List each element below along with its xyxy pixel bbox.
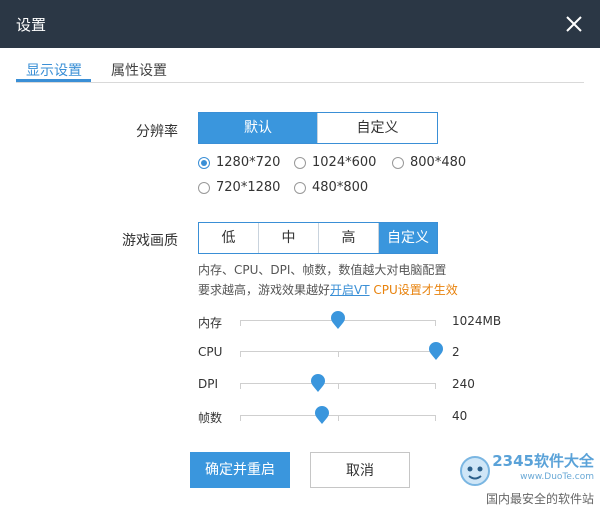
slider-label-cpu: CPU — [198, 345, 223, 359]
title-bar: 设置 — [0, 0, 600, 48]
resolution-label: 分辨率 — [136, 124, 178, 140]
quality-high-button[interactable]: 高 — [319, 223, 379, 253]
quality-level-group: 低 中 高 自定义 — [198, 222, 438, 254]
quality-low-button[interactable]: 低 — [199, 223, 259, 253]
slider-tick — [240, 416, 241, 421]
slider-tick — [338, 352, 339, 357]
radio-1280x720[interactable]: 1280*720 — [198, 155, 280, 170]
quality-medium-button[interactable]: 中 — [259, 223, 319, 253]
slider-label-memory: 内存 — [198, 316, 223, 330]
tab-property-settings[interactable]: 属性设置 — [111, 60, 167, 80]
radio-800x480[interactable]: 800*480 — [392, 155, 466, 170]
radio-label: 480*800 — [312, 180, 369, 195]
slider-tick — [435, 416, 436, 421]
slider-tick — [240, 352, 241, 357]
dpi-slider-track[interactable] — [240, 383, 436, 389]
slider-tick — [435, 321, 436, 326]
resolution-default-button[interactable]: 默认 — [199, 113, 318, 143]
radio-circle — [198, 156, 210, 169]
slider-tick — [338, 416, 339, 421]
dpi-slider-thumb-icon[interactable] — [310, 373, 326, 393]
close-icon[interactable] — [562, 12, 586, 36]
watermark-site: www.DuoTe.com — [520, 472, 594, 482]
tab-display-settings[interactable]: 显示设置 — [26, 60, 82, 80]
watermark-slogan: 国内最安全的软件站 — [485, 492, 594, 506]
slider-tick — [338, 384, 339, 389]
fps-slider-thumb-icon[interactable] — [314, 405, 330, 425]
slider-tick — [435, 384, 436, 389]
radio-circle — [294, 181, 306, 194]
quality-custom-button[interactable]: 自定义 — [379, 223, 437, 253]
active-tab-indicator — [16, 79, 91, 82]
enable-vt-link[interactable]: 开启VT — [330, 283, 370, 297]
cpu-slider-thumb-icon[interactable] — [428, 341, 444, 361]
radio-circle — [392, 156, 404, 169]
slider-value-cpu: 2 — [452, 345, 460, 359]
radio-720x1280[interactable]: 720*1280 — [198, 180, 280, 195]
resolution-mode-group: 默认 自定义 — [198, 112, 438, 144]
quality-label: 游戏画质 — [122, 233, 178, 249]
radio-circle — [198, 181, 210, 194]
radio-label: 1024*600 — [312, 155, 377, 170]
cpu-setting-note: CPU设置才生效 — [373, 283, 458, 297]
radio-1024x600[interactable]: 1024*600 — [294, 155, 376, 170]
slider-label-fps: 帧数 — [198, 411, 223, 425]
tab-bar: 显示设置 属性设置 — [16, 48, 584, 83]
quality-description-line1: 内存、CPU、DPI、帧数，数值越大对电脑配置 — [198, 263, 447, 277]
site-watermark: 2345软件大全 www.DuoTe.com 国内最安全的软件站 — [458, 450, 594, 512]
mascot-icon — [458, 454, 492, 488]
radio-label: 1280*720 — [216, 155, 281, 170]
resolution-custom-button[interactable]: 自定义 — [318, 113, 437, 143]
radio-label: 800*480 — [410, 155, 467, 170]
cpu-slider-track[interactable] — [240, 351, 436, 357]
confirm-restart-button[interactable]: 确定并重启 — [190, 452, 290, 488]
radio-480x800[interactable]: 480*800 — [294, 180, 368, 195]
memory-slider-thumb-icon[interactable] — [330, 310, 346, 330]
description-text: 要求越高，游戏效果越好 — [198, 283, 331, 297]
quality-description-line2: 要求越高，游戏效果越好开启VT CPU设置才生效 — [198, 281, 458, 298]
watermark-logo: 2345软件大全 — [492, 452, 594, 470]
slider-value-dpi: 240 — [452, 377, 475, 391]
slider-tick — [240, 384, 241, 389]
slider-label-dpi: DPI — [198, 377, 219, 391]
slider-value-memory: 1024MB — [452, 314, 502, 328]
slider-tick — [240, 321, 241, 326]
window-title: 设置 — [16, 16, 47, 34]
radio-label: 720*1280 — [216, 180, 281, 195]
fps-slider-track[interactable] — [240, 415, 436, 421]
cancel-button[interactable]: 取消 — [310, 452, 410, 488]
radio-circle — [294, 156, 306, 169]
slider-value-fps: 40 — [452, 409, 468, 423]
